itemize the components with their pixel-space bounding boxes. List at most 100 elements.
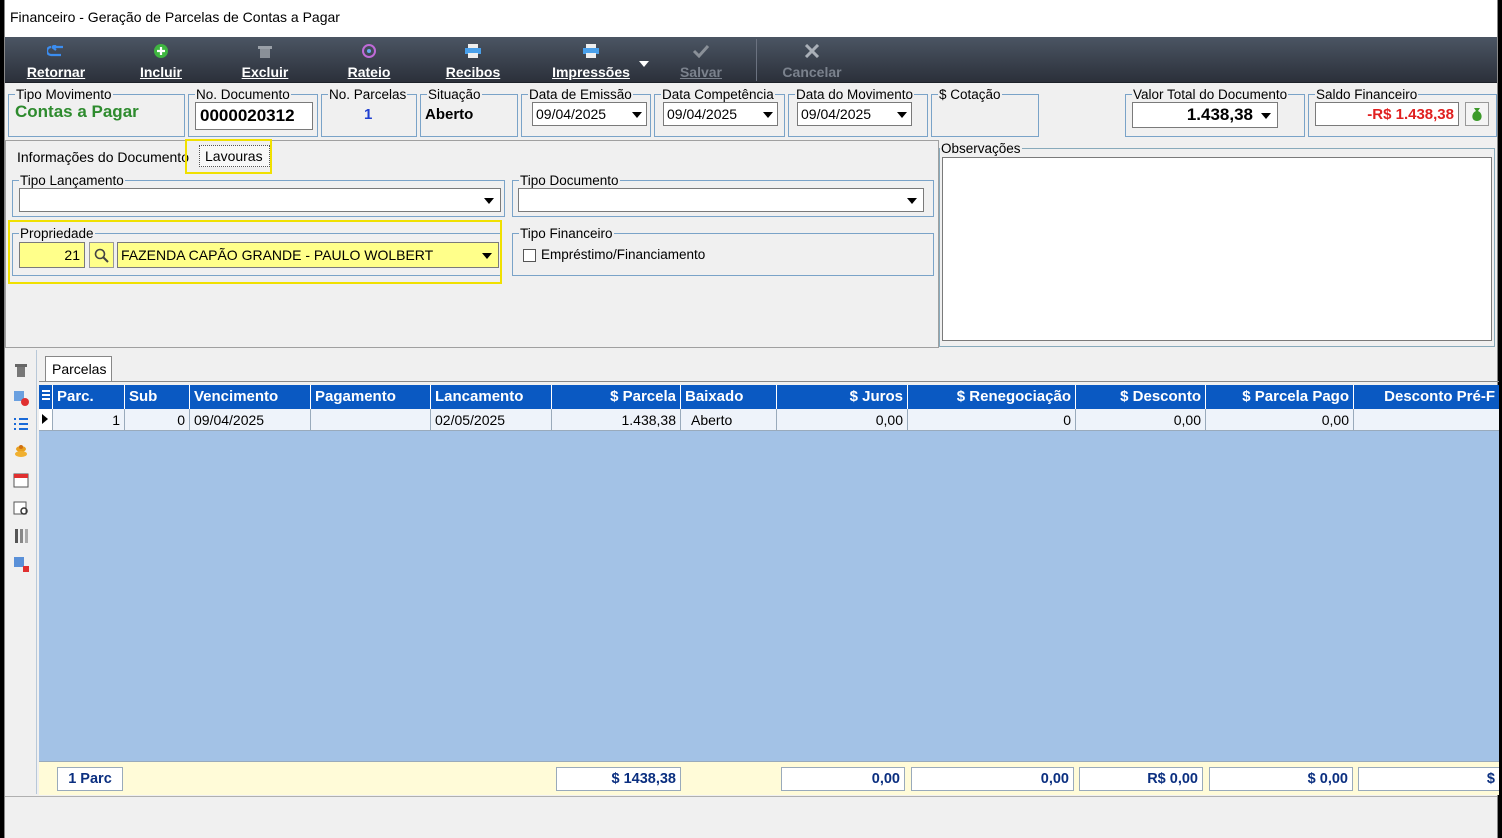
chevron-down-icon[interactable]: [1261, 113, 1271, 119]
valor-total-field[interactable]: 1.438,38: [1132, 102, 1278, 128]
column-header[interactable]: Parc.: [53, 385, 125, 409]
column-header[interactable]: $ Renegociação: [908, 385, 1076, 409]
emprestimo-checkbox[interactable]: [523, 249, 536, 262]
situacao-group: Situação Aberto: [420, 87, 518, 137]
salvar-button[interactable]: Salvar: [669, 37, 733, 83]
column-header[interactable]: $ Juros: [777, 385, 908, 409]
excluir-button[interactable]: Excluir: [233, 37, 297, 83]
trash-icon: [256, 44, 274, 58]
column-header[interactable]: $ Desconto: [1076, 385, 1206, 409]
checkmark-icon: [692, 44, 710, 58]
chevron-down-icon[interactable]: [632, 112, 642, 118]
tipo-financeiro-group: Tipo Financeiro Empréstimo/Financiamento: [512, 226, 934, 276]
impressoes-button[interactable]: Impressões: [531, 37, 651, 83]
cell-juros[interactable]: 0,00: [777, 409, 908, 431]
tipo-lancamento-group: Tipo Lançamento: [12, 173, 505, 217]
data-competencia-field[interactable]: 09/04/2025: [663, 102, 778, 126]
close-icon: [803, 44, 821, 58]
footer-parcela-total: $ 1438,38: [556, 767, 681, 791]
cell-sub[interactable]: 0: [125, 409, 190, 431]
main-window: Financeiro - Geração de Parcelas de Cont…: [4, 0, 1499, 838]
title-bar: Financeiro - Geração de Parcelas de Cont…: [5, 0, 1497, 37]
list-icon[interactable]: [13, 416, 29, 432]
no-documento-group: No. Documento 0000020312: [188, 87, 318, 137]
data-emissao-group: Data de Emissão 09/04/2025: [521, 87, 651, 137]
trash-icon[interactable]: [13, 362, 29, 378]
table-row[interactable]: 1 0 09/04/2025 02/05/2025 1.438,38 Abert…: [39, 409, 1499, 431]
column-header[interactable]: Lancamento: [431, 385, 552, 409]
cell-parcela[interactable]: 1.438,38: [552, 409, 681, 431]
toolbar: Retornar Incluir Excluir Rateio Recibos …: [5, 37, 1497, 83]
return-arrow-icon: [47, 44, 65, 58]
tipo-documento-select[interactable]: [518, 188, 924, 212]
column-header[interactable]: Baixado: [681, 385, 777, 409]
footer-pago-total: $ 0,00: [1209, 767, 1353, 791]
calendar-search-icon[interactable]: [13, 500, 29, 516]
parcelas-panel: Parcelas Parc. Sub Vencimento Pagamento …: [5, 350, 1499, 795]
situacao-value: Aberto: [425, 106, 474, 123]
printer-icon: [464, 44, 482, 58]
grid-footer: 1 Parc $ 1438,38 0,00 0,00 R$ 0,00 $ 0,0…: [39, 761, 1499, 795]
incluir-button[interactable]: Incluir: [129, 37, 193, 83]
column-header[interactable]: Sub: [125, 385, 190, 409]
column-header[interactable]: Desconto Pré-F: [1354, 385, 1499, 409]
row-indicator-icon[interactable]: [39, 409, 53, 431]
retornar-button[interactable]: Retornar: [19, 37, 93, 83]
cancelar-button[interactable]: Cancelar: [775, 37, 849, 83]
cell-lancamento[interactable]: 02/05/2025: [431, 409, 552, 431]
column-header[interactable]: $ Parcela: [552, 385, 681, 409]
column-header[interactable]: $ Parcela Pago: [1206, 385, 1354, 409]
cell-baixado[interactable]: Aberto: [681, 409, 777, 431]
chevron-down-icon[interactable]: [763, 112, 773, 118]
toolbar-separator: [756, 39, 757, 81]
cell-pagamento[interactable]: [311, 409, 431, 431]
columns-icon[interactable]: [13, 528, 29, 544]
cell-parc[interactable]: 1: [53, 409, 125, 431]
data-movimento-field[interactable]: 09/04/2025: [797, 102, 912, 126]
chevron-down-icon[interactable]: [907, 198, 917, 204]
footer-desconto-total: R$ 0,00: [1079, 767, 1203, 791]
tipo-lancamento-select[interactable]: [19, 188, 501, 212]
delete-row-icon[interactable]: [13, 390, 29, 406]
calendar-icon[interactable]: [13, 472, 29, 488]
money-bag-icon[interactable]: [1465, 102, 1489, 126]
valor-total-group: Valor Total do Documento 1.438,38: [1125, 87, 1305, 137]
footer-juros-total: 0,00: [781, 767, 905, 791]
parcelas-grid[interactable]: Parc. Sub Vencimento Pagamento Lancament…: [39, 385, 1499, 795]
cotacao-group: $ Cotação: [931, 87, 1039, 137]
chevron-down-icon: [639, 61, 649, 67]
data-emissao-field[interactable]: 09/04/2025: [532, 102, 647, 126]
recibos-button[interactable]: Recibos: [439, 37, 507, 83]
column-header[interactable]: Vencimento: [190, 385, 311, 409]
observacoes-textarea[interactable]: [942, 157, 1492, 341]
chevron-down-icon[interactable]: [484, 198, 494, 204]
no-parcelas-value: 1: [364, 106, 373, 123]
tipo-movimento-value: Contas a Pagar: [15, 102, 139, 121]
tab-parcelas[interactable]: Parcelas: [45, 356, 112, 381]
cell-desconto-pre[interactable]: [1354, 409, 1499, 431]
highlight-propriedade: [8, 220, 502, 284]
chevron-down-icon[interactable]: [897, 112, 907, 118]
footer-last-total: $: [1358, 767, 1499, 791]
cell-vencimento[interactable]: 09/04/2025: [190, 409, 311, 431]
no-documento-field[interactable]: 0000020312: [195, 102, 313, 130]
grid-header-selector[interactable]: [39, 385, 53, 409]
footer-count: 1 Parc: [57, 767, 123, 791]
grid-side-toolbar: [5, 350, 37, 794]
footer-reneg-total: 0,00: [911, 767, 1074, 791]
data-competencia-group: Data Competência 09/04/2025: [654, 87, 785, 137]
grid-header: Parc. Sub Vencimento Pagamento Lancament…: [39, 385, 1499, 409]
cell-parcela-pago[interactable]: 0,00: [1206, 409, 1354, 431]
observacoes-group: Observações: [939, 141, 1495, 347]
rateio-icon: [360, 44, 378, 58]
cell-desconto[interactable]: 0,00: [1076, 409, 1206, 431]
grid-delete-icon[interactable]: [13, 556, 29, 572]
tipo-movimento-group: Tipo Movimento Contas a Pagar: [8, 87, 185, 137]
tab-informacoes[interactable]: Informações do Documento: [17, 149, 189, 165]
coins-icon[interactable]: [13, 444, 29, 460]
column-header[interactable]: Pagamento: [311, 385, 431, 409]
rateio-button[interactable]: Rateio: [337, 37, 401, 83]
cell-renegociacao[interactable]: 0: [908, 409, 1076, 431]
data-movimento-group: Data do Movimento 09/04/2025: [788, 87, 928, 137]
saldo-financeiro-group: Saldo Financeiro -R$ 1.438,38: [1308, 87, 1497, 137]
